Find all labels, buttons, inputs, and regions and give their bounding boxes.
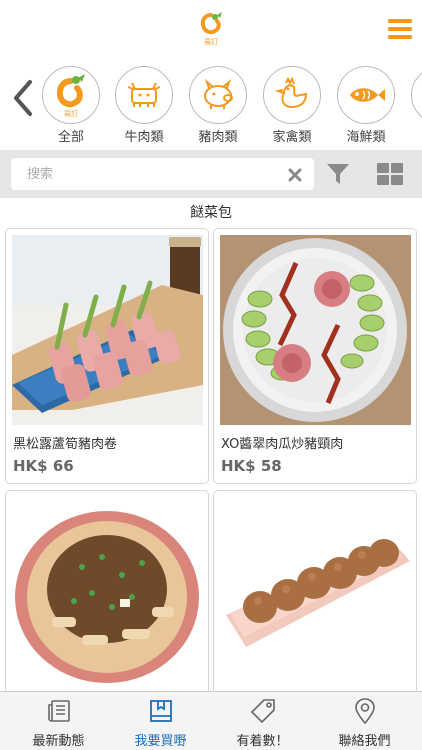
product-card[interactable]: XO醬翠肉瓜炒豬頸肉 HK$ 58 (213, 228, 417, 484)
app-header: 易訂 (0, 0, 422, 58)
filter-icon[interactable] (326, 162, 350, 186)
product-image (12, 235, 203, 425)
category-label: 海鮮類 (346, 130, 386, 145)
location-pin-icon (352, 698, 378, 725)
search-input[interactable] (27, 158, 277, 190)
close-icon[interactable] (288, 167, 302, 182)
tab-label: 聯絡我們 (338, 734, 391, 749)
search-box (11, 158, 314, 190)
category-label: 豬肉類 (198, 130, 238, 145)
tab-news[interactable]: 最新動態 (6, 692, 111, 750)
product-price: HK$ 58 (221, 457, 282, 475)
product-price: HK$ 66 (13, 457, 74, 475)
logo-text: 易訂 (204, 38, 218, 46)
category-more-circle (411, 66, 422, 124)
brand-logo-icon: 易訂 (42, 66, 100, 124)
product-name: 黑松露蘆筍豬肉卷 (13, 437, 118, 452)
grid-view-icon[interactable] (377, 163, 403, 185)
tab-deals[interactable]: 有着數！ (210, 692, 315, 750)
hamburger-menu-icon[interactable] (388, 19, 412, 39)
category-label: 牛肉類 (124, 130, 164, 145)
tab-label: 我要買嘢 (134, 734, 187, 749)
section-title: 餸菜包 (190, 205, 232, 221)
category-all[interactable]: 易訂 全部 (41, 66, 101, 145)
tab-contact[interactable]: 聯絡我們 (312, 692, 417, 750)
product-card[interactable]: 黑松露蘆筍豬肉卷 HK$ 66 (5, 228, 209, 484)
tab-shop[interactable]: 我要買嘢 (108, 692, 213, 750)
tag-icon (250, 698, 276, 724)
category-label: 全部 (57, 130, 84, 145)
category-pork[interactable]: 豬肉類 (188, 66, 248, 145)
category-poultry[interactable]: 家禽類 (262, 66, 322, 145)
pig-icon (189, 66, 247, 124)
news-icon (46, 698, 72, 724)
product-image (12, 497, 203, 687)
category-scroller[interactable]: 易訂 全部 牛肉類 豬肉類 家禽類 海鮮類 (0, 58, 422, 150)
tab-label: 有着數！ (236, 734, 289, 749)
search-bar (0, 150, 422, 198)
product-image (220, 235, 411, 425)
book-icon (148, 698, 174, 724)
chicken-icon (263, 66, 321, 124)
category-label: 家禽類 (272, 130, 312, 145)
chevron-left-icon[interactable] (8, 78, 36, 118)
tab-label: 最新動態 (32, 734, 85, 749)
bottom-tab-bar: 最新動態 我要買嘢 有着數！ 聯絡我們 (0, 691, 422, 750)
category-more[interactable] (410, 66, 422, 124)
brand-logo-icon[interactable]: 易訂 (195, 12, 227, 46)
fish-icon (337, 66, 395, 124)
cow-icon (115, 66, 173, 124)
category-seafood[interactable]: 海鮮類 (336, 66, 396, 145)
product-name: XO醬翠肉瓜炒豬頸肉 (221, 437, 344, 452)
svg-text:易訂: 易訂 (64, 109, 78, 118)
product-image (220, 497, 411, 687)
category-beef[interactable]: 牛肉類 (114, 66, 174, 145)
